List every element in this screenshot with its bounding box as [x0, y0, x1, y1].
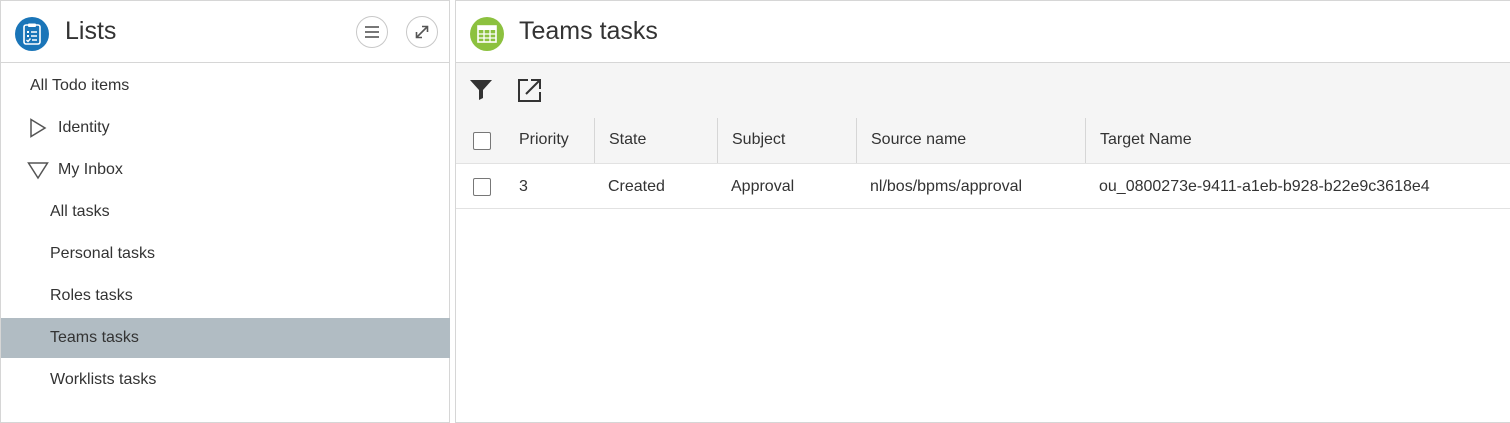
- tasks-panel-header: Teams tasks: [456, 1, 1510, 63]
- hamburger-menu-icon: [365, 26, 379, 38]
- app-window: Lists All Todo items Identity My Inbox A…: [0, 0, 1510, 423]
- clipboard-list-icon: [15, 17, 49, 51]
- table-grid-icon: [470, 17, 504, 51]
- nav-item-label: Worklists tasks: [50, 371, 157, 388]
- column-header-state[interactable]: State: [594, 118, 717, 163]
- nav-item-label: Personal tasks: [50, 245, 155, 262]
- menu-button[interactable]: [356, 16, 388, 48]
- nav-item-label: All tasks: [50, 203, 110, 220]
- row-checkbox[interactable]: [473, 178, 491, 196]
- lists-nav: All Todo items Identity My Inbox All tas…: [1, 65, 450, 401]
- table-row[interactable]: 3 Created Approval nl/bos/bpms/approval …: [456, 164, 1510, 209]
- nav-item-all-tasks[interactable]: All tasks: [1, 191, 450, 233]
- nav-item-identity[interactable]: Identity: [1, 107, 450, 149]
- filter-icon: [470, 80, 492, 100]
- tasks-table: Priority State Subject Source name Targe…: [456, 118, 1510, 209]
- cell-target-name: ou_0800273e-9411-a1eb-b928-b22e9c3618e4: [1099, 178, 1430, 195]
- nav-item-my-inbox[interactable]: My Inbox: [1, 149, 450, 191]
- expand-panel-button[interactable]: [406, 16, 438, 48]
- nav-item-teams-tasks[interactable]: Teams tasks: [1, 318, 450, 358]
- nav-item-label: Roles tasks: [50, 287, 133, 304]
- table-header-row: Priority State Subject Source name Targe…: [456, 118, 1510, 164]
- nav-item-roles-tasks[interactable]: Roles tasks: [1, 275, 450, 317]
- nav-item-label: My Inbox: [58, 161, 123, 178]
- cell-state: Created: [608, 178, 665, 195]
- cell-priority: 3: [519, 178, 528, 195]
- row-select-cell: [456, 164, 506, 208]
- tasks-panel: Teams tasks Priority State Subject Sourc…: [455, 0, 1510, 423]
- nav-item-worklists-tasks[interactable]: Worklists tasks: [1, 359, 450, 401]
- cell-subject: Approval: [731, 178, 795, 195]
- select-all-cell: [456, 118, 506, 163]
- nav-item-all-todo-items[interactable]: All Todo items: [1, 65, 450, 107]
- column-header-source-name[interactable]: Source name: [856, 118, 1085, 163]
- nav-item-label: Identity: [58, 119, 110, 136]
- lists-panel-header: Lists: [1, 1, 449, 63]
- export-icon: [518, 79, 541, 102]
- filter-button[interactable]: [469, 77, 497, 105]
- column-header-subject[interactable]: Subject: [717, 118, 856, 163]
- lists-panel: Lists All Todo items Identity My Inbox A…: [0, 0, 450, 423]
- column-header-priority[interactable]: Priority: [506, 118, 594, 163]
- nav-item-personal-tasks[interactable]: Personal tasks: [1, 233, 450, 275]
- tree-expanded-icon[interactable]: [27, 161, 49, 181]
- lists-panel-title: Lists: [65, 17, 117, 45]
- tasks-toolbar: [456, 63, 1510, 118]
- nav-item-label: Teams tasks: [50, 329, 139, 346]
- select-all-checkbox[interactable]: [473, 132, 491, 150]
- cell-source-name: nl/bos/bpms/approval: [870, 178, 1023, 195]
- expand-arrow-icon: [415, 25, 429, 39]
- export-button[interactable]: [517, 77, 545, 105]
- nav-item-label: All Todo items: [30, 77, 130, 94]
- column-header-target-name[interactable]: Target Name: [1085, 118, 1510, 163]
- tasks-panel-title: Teams tasks: [519, 17, 658, 45]
- tree-collapsed-icon[interactable]: [29, 118, 47, 138]
